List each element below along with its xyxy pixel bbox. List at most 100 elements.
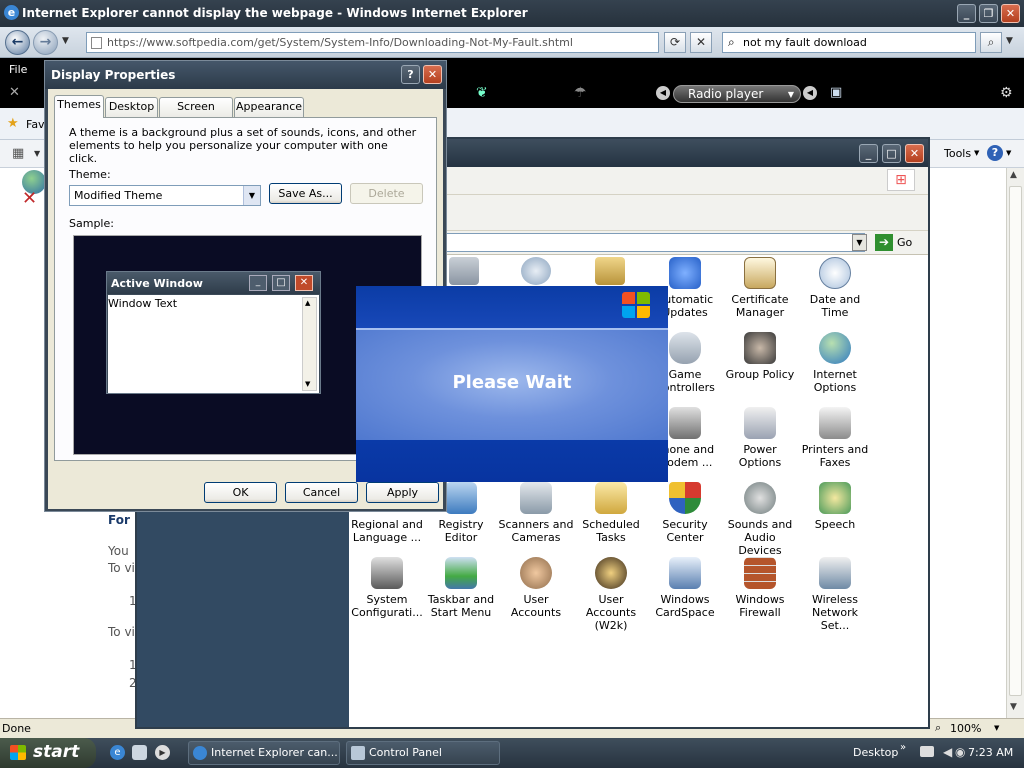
go-arrow-icon[interactable]: ➔ xyxy=(875,234,893,251)
close-button[interactable]: ✕ xyxy=(1001,4,1020,23)
address-text: https://www.softpedia.com/get/System/Sys… xyxy=(107,36,573,49)
feather-icon[interactable]: ❦ xyxy=(476,85,488,101)
recent-pages-dropdown-icon[interactable]: ▼ xyxy=(62,36,69,46)
scroll-thumb[interactable] xyxy=(1009,186,1022,696)
toolbar-expand-icon[interactable]: » xyxy=(900,742,906,753)
cp-item-scheduled-tasks[interactable]: Scheduled Tasks xyxy=(573,482,649,544)
stop-button[interactable]: ✕ xyxy=(690,32,712,53)
cp-item-internet-options[interactable]: Internet Options xyxy=(797,332,873,394)
cp-item-icon[interactable] xyxy=(449,257,479,285)
cp-minimize-button[interactable]: _ xyxy=(859,144,878,163)
zoom-level[interactable]: 100% xyxy=(950,722,981,735)
zoom-icon[interactable]: ⌕ xyxy=(935,721,941,735)
help-button[interactable]: ? xyxy=(401,65,420,84)
cp-item-sounds-audio[interactable]: Sounds and Audio Devices xyxy=(722,482,798,557)
dialog-close-button[interactable]: ✕ xyxy=(423,65,442,84)
address-input[interactable]: https://www.softpedia.com/get/System/Sys… xyxy=(86,32,659,53)
weather-icon[interactable]: ☂ xyxy=(574,85,587,101)
cp-item-scanners-cameras[interactable]: Scanners and Cameras xyxy=(498,482,574,544)
delete-button[interactable]: Delete xyxy=(350,183,423,204)
cp-item-windows-firewall[interactable]: Windows Firewall xyxy=(722,557,798,619)
content-text-fragment: You xyxy=(108,544,129,558)
cp-address-dropdown-icon[interactable]: ▼ xyxy=(852,234,867,251)
cp-item-date-time[interactable]: Date and Time xyxy=(797,257,873,319)
taskbar-item-internet-explorer[interactable]: Internet Explorer can... xyxy=(188,741,340,765)
tools-menu[interactable]: Tools xyxy=(944,147,971,160)
tray-volume-icon[interactable]: ◉ xyxy=(955,745,965,759)
search-options-icon[interactable]: ▼ xyxy=(1006,36,1013,46)
tab-desktop[interactable]: Desktop xyxy=(105,97,158,117)
quicklaunch-media-icon[interactable]: ▶ xyxy=(155,745,170,760)
sample-label: Sample: xyxy=(69,217,114,230)
cp-item-speech[interactable]: Speech xyxy=(797,482,873,531)
cp-item-icon[interactable] xyxy=(521,257,551,285)
cp-item-security-center[interactable]: Security Center xyxy=(647,482,723,544)
sample-active-window: Active Window _ □ ✕ Window Text ▲ ▼ xyxy=(106,271,321,394)
start-button[interactable]: start xyxy=(0,738,96,768)
toolbar-app-icon[interactable]: ▣ xyxy=(830,85,842,100)
taskbar-icon xyxy=(445,557,477,589)
menu-file[interactable]: File xyxy=(9,63,27,76)
taskbar-item-control-panel[interactable]: Control Panel xyxy=(346,741,500,765)
sample-scrollbar: ▲ ▼ xyxy=(302,297,317,391)
scroll-up-icon[interactable]: ▲ xyxy=(1010,170,1017,180)
cp-item-system-configuration[interactable]: System Configurati... xyxy=(349,557,425,619)
favorites-label[interactable]: Fav xyxy=(26,118,45,131)
clock[interactable]: 7:23 AM xyxy=(968,746,1013,759)
refresh-button[interactable]: ⟳ xyxy=(664,32,686,53)
theme-label: Theme: xyxy=(69,168,111,181)
cp-item-label: Regional and Language ... xyxy=(351,518,423,544)
cp-item-icon[interactable] xyxy=(595,257,625,285)
theme-select[interactable]: Modified Theme ▼ xyxy=(69,185,261,206)
toolbar-close-icon[interactable]: ✕ xyxy=(9,85,20,100)
toolbar-settings-icon[interactable]: ⚙ xyxy=(1000,85,1013,101)
cp-item-user-accounts-w2k[interactable]: User Accounts (W2k) xyxy=(573,557,649,632)
windows-logo-icon xyxy=(622,292,652,320)
quick-tabs-icon[interactable]: ▦ xyxy=(12,146,24,161)
cp-item-group-policy[interactable]: Group Policy xyxy=(722,332,798,381)
group-policy-icon xyxy=(744,332,776,364)
forward-button[interactable]: → xyxy=(33,30,58,55)
search-input[interactable]: ⌕ not my fault download xyxy=(722,32,976,53)
task-label: Internet Explorer can... xyxy=(211,746,338,759)
quicklaunch-ie-icon[interactable]: e xyxy=(110,745,125,760)
cp-item-wireless-network[interactable]: Wireless Network Set... xyxy=(797,557,873,632)
quicklaunch-desktop-icon[interactable] xyxy=(132,745,147,760)
apply-button[interactable]: Apply xyxy=(366,482,439,503)
zoom-chevron-icon[interactable]: ▼ xyxy=(994,724,999,732)
ok-button[interactable]: OK xyxy=(204,482,277,503)
cancel-button[interactable]: Cancel xyxy=(285,482,358,503)
cp-close-button[interactable]: ✕ xyxy=(905,144,924,163)
go-button[interactable]: Go xyxy=(897,236,912,249)
tab-list-icon[interactable]: ▼ xyxy=(34,149,40,158)
please-wait-dialog: Please Wait xyxy=(356,286,668,482)
tab-appearance[interactable]: Appearance xyxy=(234,97,304,117)
ie-scrollbar[interactable]: ▲ ▼ xyxy=(1006,168,1024,718)
tab-screen-saver[interactable]: Screen Saver xyxy=(159,97,233,131)
shield-icon xyxy=(669,482,701,514)
tray-network-icon[interactable]: ◀ xyxy=(943,745,952,759)
cp-item-taskbar-start-menu[interactable]: Taskbar and Start Menu xyxy=(423,557,499,619)
back-button[interactable]: ← xyxy=(5,30,30,55)
sample-window-title: Active Window xyxy=(111,277,203,290)
radio-prev-icon[interactable]: ◀ xyxy=(656,86,670,100)
save-as-button[interactable]: Save As... xyxy=(269,183,342,204)
help-icon[interactable]: ? xyxy=(987,145,1003,161)
cp-item-user-accounts[interactable]: User Accounts xyxy=(498,557,574,619)
cp-item-certificate-manager[interactable]: Certificate Manager xyxy=(722,257,798,319)
scroll-down-icon[interactable]: ▼ xyxy=(1010,702,1017,712)
tab-themes[interactable]: Themes xyxy=(54,95,104,118)
cp-item-windows-cardspace[interactable]: Windows CardSpace xyxy=(647,557,723,619)
radio-volume-icon[interactable]: ◀ xyxy=(803,86,817,100)
minimize-button[interactable]: _ xyxy=(957,4,976,23)
cp-item-label: Printers and Faxes xyxy=(801,443,869,469)
favorites-star-icon[interactable]: ★ xyxy=(7,116,19,131)
cp-maximize-button[interactable]: □ xyxy=(882,144,901,163)
desktop-toolbar[interactable]: Desktop xyxy=(853,746,898,759)
restore-button[interactable]: ❐ xyxy=(979,4,998,23)
radio-player-select[interactable]: Radio player ▼ xyxy=(673,85,801,103)
search-go-button[interactable]: ⌕ xyxy=(980,32,1002,53)
cp-item-power-options[interactable]: Power Options xyxy=(722,407,798,469)
cp-item-printers-faxes[interactable]: Printers and Faxes xyxy=(797,407,873,469)
tray-keyboard-icon[interactable] xyxy=(920,746,934,757)
